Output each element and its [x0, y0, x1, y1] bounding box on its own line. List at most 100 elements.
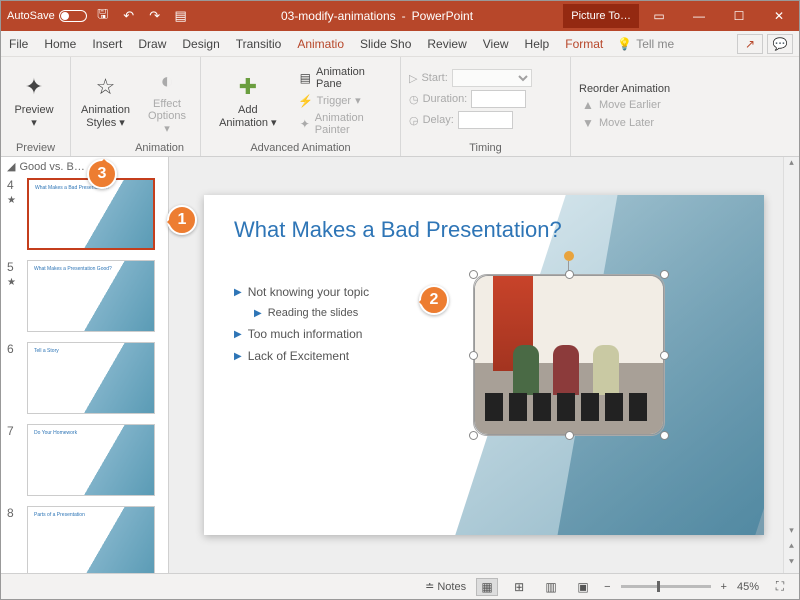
duration-input: [471, 90, 526, 108]
resize-handle[interactable]: [565, 270, 574, 279]
preview-button[interactable]: ✦ Preview▾: [9, 70, 59, 131]
maximize-icon[interactable]: ☐: [719, 1, 759, 31]
resize-handle[interactable]: [660, 270, 669, 279]
bulb-icon: 💡: [617, 37, 632, 51]
tab-review[interactable]: Review: [419, 32, 474, 56]
reading-view-icon[interactable]: ▥: [540, 578, 562, 596]
vertical-scrollbar[interactable]: ▴ ▾ ⯅ ⯆: [783, 157, 799, 573]
zoom-level[interactable]: 45%: [737, 581, 759, 593]
animation-painter-button: ✦Animation Painter: [297, 111, 392, 137]
play-icon: ▷: [409, 72, 417, 85]
resize-handle[interactable]: [660, 431, 669, 440]
notes-button[interactable]: ≐ Notes: [425, 580, 466, 593]
effect-options-icon: ◐: [152, 66, 182, 96]
preview-icon: ✦: [19, 72, 49, 102]
start-from-beginning-icon[interactable]: ▤: [171, 6, 191, 26]
slide-bullet-list[interactable]: ▶Not knowing your topic ▶Reading the sli…: [234, 285, 369, 371]
tell-me[interactable]: 💡Tell me: [611, 37, 674, 51]
rotate-handle[interactable]: [564, 251, 574, 261]
zoom-slider[interactable]: [621, 585, 711, 588]
group-label-advanced-animation: Advanced Animation: [209, 140, 392, 154]
slide-thumbnail-8[interactable]: Parts of a Presentation: [27, 506, 155, 573]
reorder-label: Reorder Animation: [579, 83, 670, 95]
start-select: [452, 69, 532, 87]
tab-insert[interactable]: Insert: [84, 32, 130, 56]
slide-thumbnail-5[interactable]: What Makes a Presentation Good?: [27, 260, 155, 332]
animation-styles-button[interactable]: ☆ Animation Styles ▾: [79, 70, 132, 131]
slideshow-view-icon[interactable]: ▣: [572, 578, 594, 596]
resize-handle[interactable]: [660, 351, 669, 360]
autosave-toggle[interactable]: AutoSave: [7, 10, 87, 22]
move-earlier-button: ▲Move Earlier: [579, 97, 663, 113]
resize-handle[interactable]: [469, 270, 478, 279]
slide-thumbnail-4[interactable]: What Makes a Bad Presentation?: [27, 178, 155, 250]
fit-to-window-icon[interactable]: ⛶: [769, 578, 791, 596]
slide-canvas-area[interactable]: What Makes a Bad Presentation? ▶Not know…: [169, 157, 799, 573]
tab-help[interactable]: Help: [517, 32, 558, 56]
tab-file[interactable]: File: [1, 32, 36, 56]
selected-image[interactable]: [474, 275, 664, 435]
ribbon-options-icon[interactable]: ▭: [639, 1, 679, 31]
document-name: 03-modify-animations: [281, 9, 396, 23]
redo-icon[interactable]: ↷: [145, 6, 165, 26]
pane-icon: ▤: [299, 71, 312, 85]
slide-thumbnail-panel[interactable]: ◢ Good vs. B… 4★ What Makes a Bad Presen…: [1, 157, 169, 573]
tab-draw[interactable]: Draw: [130, 32, 174, 56]
group-label-timing: Timing: [409, 140, 562, 154]
tutorial-callout-1: 1: [167, 205, 197, 235]
tab-format[interactable]: Format: [557, 32, 611, 56]
delay-icon: ◶: [409, 114, 419, 127]
trigger-button: ⚡Trigger ▾: [297, 93, 392, 109]
zoom-in-icon[interactable]: +: [721, 581, 727, 593]
tab-transitions[interactable]: Transitio: [228, 32, 290, 56]
add-animation-button[interactable]: ✚ Add Animation ▾: [209, 70, 287, 131]
slide-thumbnail-6[interactable]: Tell a Story: [27, 342, 155, 414]
duration-row: ◷Duration:: [409, 90, 526, 108]
slide[interactable]: What Makes a Bad Presentation? ▶Not know…: [204, 195, 764, 535]
undo-icon[interactable]: ↶: [119, 6, 139, 26]
tab-animations[interactable]: Animatio: [289, 32, 352, 56]
comments-icon[interactable]: 💬: [767, 34, 793, 54]
ribbon-tabs: File Home Insert Draw Design Transitio A…: [1, 31, 799, 57]
slide-number: 4: [7, 178, 14, 192]
normal-view-icon[interactable]: ▦: [476, 578, 498, 596]
bullet-arrow-icon: ▶: [254, 308, 262, 319]
tab-design[interactable]: Design: [174, 32, 227, 56]
slide-number: 6: [7, 342, 14, 356]
app-name: PowerPoint: [412, 9, 473, 23]
tab-home[interactable]: Home: [36, 32, 84, 56]
delay-row: ◶Delay:: [409, 111, 513, 129]
close-icon[interactable]: ✕: [759, 1, 799, 31]
tab-view[interactable]: View: [475, 32, 517, 56]
work-area: ◢ Good vs. B… 4★ What Makes a Bad Presen…: [1, 157, 799, 573]
share-icon[interactable]: ↗: [737, 34, 763, 54]
animation-pane-button[interactable]: ▤Animation Pane: [297, 65, 392, 91]
zoom-out-icon[interactable]: −: [604, 581, 610, 593]
save-icon[interactable]: 🖫: [93, 6, 113, 26]
group-label-preview: Preview: [9, 140, 62, 154]
slide-thumbnail-7[interactable]: Do Your Homework: [27, 424, 155, 496]
slide-sorter-icon[interactable]: ⊞: [508, 578, 530, 596]
trigger-icon: ⚡: [299, 94, 313, 108]
down-icon: ▼: [581, 116, 595, 130]
minimize-icon[interactable]: —: [679, 1, 719, 31]
resize-handle[interactable]: [469, 431, 478, 440]
star-icon: ☆: [91, 72, 121, 102]
ribbon: ✦ Preview▾ Preview ☆ Animation Styles ▾ …: [1, 57, 799, 157]
tab-slideshow[interactable]: Slide Sho: [352, 32, 419, 56]
resize-handle[interactable]: [565, 431, 574, 440]
slide-number: 5: [7, 260, 14, 274]
up-icon: ▲: [581, 98, 595, 112]
bullet-arrow-icon: ▶: [234, 351, 242, 362]
section-header[interactable]: ◢ Good vs. B…: [1, 157, 168, 176]
start-row: ▷Start:: [409, 69, 532, 87]
slide-title[interactable]: What Makes a Bad Presentation?: [234, 217, 562, 243]
bullet-arrow-icon: ▶: [234, 329, 242, 340]
add-animation-icon: ✚: [233, 72, 263, 102]
painter-icon: ✦: [299, 117, 311, 131]
image-content: [474, 275, 664, 435]
resize-handle[interactable]: [469, 351, 478, 360]
tutorial-callout-3: 3: [87, 159, 117, 189]
group-label-animation: Animation: [79, 140, 192, 154]
contextual-tab-picture-tools[interactable]: Picture To…: [563, 4, 639, 28]
